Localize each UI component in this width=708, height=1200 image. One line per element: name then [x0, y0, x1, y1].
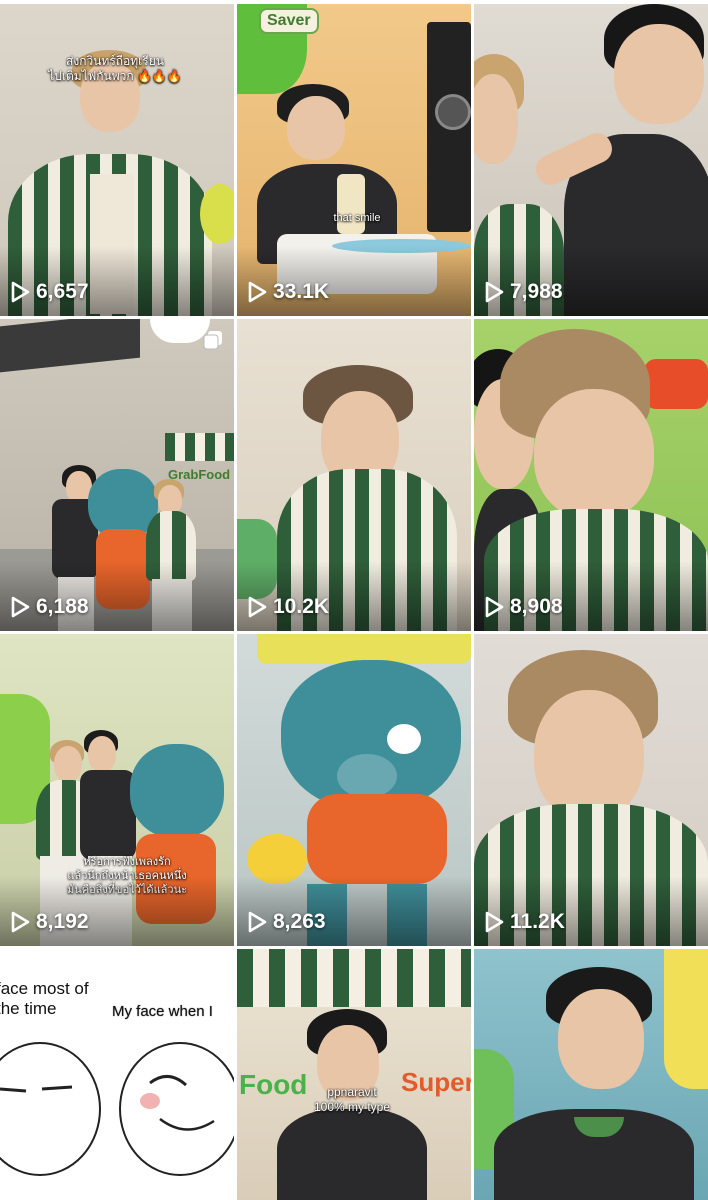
meme-caption: face most of the time: [0, 979, 89, 1019]
meme-caption: My face when I: [112, 1003, 213, 1020]
view-count: 7,988: [484, 280, 563, 304]
video-tile[interactable]: face most of the time My face when I: [0, 949, 234, 1200]
view-count: 10.2K: [247, 595, 329, 619]
photo-tile[interactable]: GrabFood 6,188: [0, 319, 234, 631]
meme-face-illustration: [0, 1042, 234, 1176]
video-caption: ส่งกวินทร์ถือทุเรียน ไปเติมไฟกันพวก 🔥🔥🔥: [48, 54, 182, 83]
view-count: 6,188: [10, 595, 89, 619]
sign-text: GrabFood: [168, 467, 231, 482]
view-count: 6,657: [10, 280, 89, 304]
video-grid: ส่งกวินทร์ถือทุเรียน ไปเติมไฟกันพวก 🔥🔥🔥 …: [0, 0, 708, 1200]
video-caption: that smile: [333, 212, 381, 224]
video-tile[interactable]: 10.2K: [237, 319, 471, 631]
video-tile[interactable]: 8,263: [237, 634, 471, 946]
view-count: 8,192: [10, 910, 89, 934]
play-icon: [485, 596, 504, 618]
video-tile[interactable]: หรือการฟังเพลงรัก แล้วนึกถึงหน้าเธอคนหนึ…: [0, 634, 234, 946]
play-icon: [11, 596, 30, 618]
multiple-photos-icon: [203, 331, 222, 350]
sign-text: Saver: [259, 8, 319, 34]
play-icon: [11, 911, 30, 933]
play-icon: [248, 911, 267, 933]
bear-mascot: [130, 744, 224, 838]
play-icon: [485, 281, 504, 303]
play-icon: [11, 281, 30, 303]
video-tile[interactable]: 8,908: [474, 319, 708, 631]
video-tile[interactable]: [474, 949, 708, 1200]
video-tile[interactable]: Food Super ppnaravit 100% my type: [237, 949, 471, 1200]
sign-text: Super: [401, 1067, 471, 1097]
video-tile[interactable]: 7,988: [474, 4, 708, 316]
view-count: 11.2K: [484, 910, 565, 934]
view-count: 8,263: [247, 910, 326, 934]
view-count: 8,908: [484, 595, 563, 619]
video-tile[interactable]: ส่งกวินทร์ถือทุเรียน ไปเติมไฟกันพวก 🔥🔥🔥 …: [0, 4, 234, 316]
play-icon: [248, 596, 267, 618]
play-icon: [248, 281, 267, 303]
play-icon: [485, 911, 504, 933]
video-tile[interactable]: 11.2K: [474, 634, 708, 946]
view-count: 33.1K: [247, 280, 329, 304]
video-caption: ppnaravit 100% my type: [313, 1085, 391, 1114]
video-tile[interactable]: Saver that smile 33.1K: [237, 4, 471, 316]
